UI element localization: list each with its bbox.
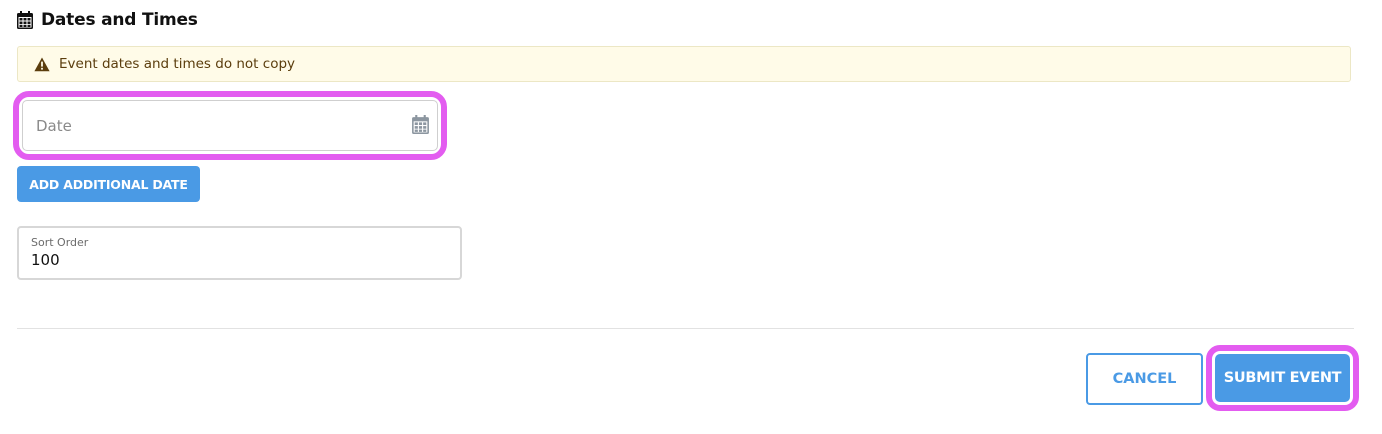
copy-warning-alert: Event dates and times do not copy — [17, 46, 1351, 82]
section-header: Dates and Times — [17, 8, 198, 32]
cancel-button[interactable]: CANCEL — [1086, 353, 1203, 405]
alert-message: Event dates and times do not copy — [59, 56, 296, 72]
calendar-icon — [17, 11, 33, 29]
sort-order-field[interactable]: Sort Order 100 — [17, 226, 462, 280]
submit-button-highlight: SUBMIT EVENT — [1206, 345, 1359, 411]
submit-event-button[interactable]: SUBMIT EVENT — [1215, 354, 1350, 402]
event-form-page: Dates and Times Event dates and times do… — [0, 0, 1382, 434]
warning-icon — [34, 57, 50, 72]
calendar-icon[interactable] — [412, 115, 429, 134]
add-additional-date-button[interactable]: ADD ADDITIONAL DATE — [17, 166, 200, 202]
sort-order-label: Sort Order — [31, 236, 89, 249]
sort-order-input[interactable]: 100 — [31, 251, 60, 269]
date-input[interactable] — [34, 115, 398, 136]
divider — [17, 328, 1354, 329]
date-field[interactable] — [22, 100, 438, 151]
date-field-highlight — [13, 91, 447, 160]
section-title: Dates and Times — [41, 10, 198, 30]
